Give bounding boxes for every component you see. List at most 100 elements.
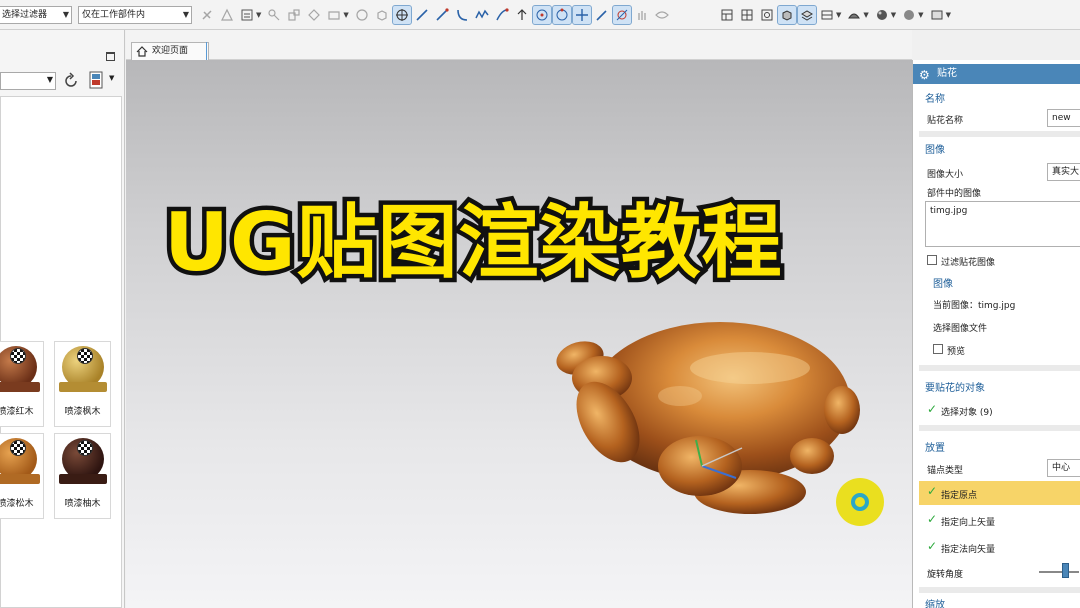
image-size-select[interactable]: 真实大 [1047,163,1080,181]
anchor-type-label: 锚点类型 [927,466,964,476]
intersect-icon[interactable] [513,6,531,24]
selection-filter-combo[interactable]: 选择过滤器 ▼ [0,6,72,24]
chevron-down-icon[interactable]: ▼ [891,11,896,19]
studio-icon[interactable] [928,6,946,24]
chevron-down-icon[interactable]: ▼ [836,11,841,19]
chevron-down-icon[interactable]: ▼ [918,11,923,19]
rotation-angle-label: 旋转角度 [927,570,964,580]
decal-dialog: ⚙ 贴花 名称 贴花名称 new 图像 图像大小 真实大 部件中的图像 timg… [912,60,1080,608]
top-toolbar: 选择过滤器 ▼ 仅在工作部件内 ▼ ▼ ▼ ▼ ▼ ▼ ▼ ▼ [0,0,1080,30]
line-icon[interactable] [413,6,431,24]
decal-name-input[interactable]: new [1047,109,1080,127]
material-tile-pine[interactable]: 喷漆松木 [0,433,44,519]
group-divider [919,425,1080,431]
center-point-icon[interactable] [531,5,552,25]
dialog-title-bar: ⚙ 贴花 [913,64,1080,84]
list-item[interactable]: timg.jpg [930,206,967,216]
select-parent-icon[interactable] [218,6,236,24]
shaded-cube-icon[interactable] [777,5,797,25]
graphics-viewport[interactable]: UG贴图渲染教程 [126,60,912,608]
decal-name-label: 贴花名称 [927,116,964,126]
light-icon[interactable] [845,6,863,24]
check-icon: ✓ [927,484,938,498]
chevron-down-icon[interactable]: ▼ [109,74,114,82]
scope-combo[interactable]: 仅在工作部件内 ▼ [78,6,192,24]
material-tile-maple[interactable]: 喷漆枫木 [54,341,111,427]
fit-view-icon[interactable] [758,6,776,24]
roast-chicken-model[interactable] [550,316,870,516]
chevron-down-icon: ▼ [62,10,69,19]
select-image-file-button[interactable]: 选择图像文件 [933,321,987,334]
checker-icon [77,348,93,364]
specify-up-vector-button[interactable]: 指定向上矢量 [941,515,995,528]
dialog-body: 名称 贴花名称 new 图像 图像大小 真实大 部件中的图像 timg.jpg … [919,84,1080,608]
anchor-type-select[interactable]: 中心 [1047,459,1080,477]
image-size-label: 图像大小 [927,170,964,180]
group-objects-title: 要贴花的对象 [925,383,985,394]
chevron-down-icon[interactable]: ▼ [343,11,348,19]
image-subgroup-title: 图像 [933,279,953,290]
cross-point-icon[interactable] [571,5,592,25]
document-tab-bar: 欢迎页面 [126,30,912,60]
snap-point-icon[interactable] [391,5,412,25]
deselect-icon[interactable] [198,6,216,24]
material-tile-mahogany[interactable]: 喷漆红木 [0,341,44,427]
part-images-list[interactable]: timg.jpg [925,201,1080,247]
material-view-icon[interactable] [88,70,104,90]
material-sphere-icon[interactable] [873,6,891,24]
layer-icon[interactable] [797,5,817,25]
hand-icon[interactable] [633,6,651,24]
filter-images-label: 过滤贴花图像 [941,258,996,268]
sphere-icon[interactable] [353,6,371,24]
view-toolbar: ▼ ▼ ▼ ▼ ▼ [718,5,955,25]
body-icon[interactable] [325,6,343,24]
material-label: 喷漆红木 [0,407,34,417]
preview-label: 预览 [947,347,966,357]
quadrant-icon[interactable] [551,5,572,25]
specify-origin-label: 指定原点 [941,491,978,501]
layout-icon[interactable] [718,6,736,24]
curve-point-icon[interactable] [493,6,511,24]
material-grid: 喷漆红木 喷漆枫木 喷漆松木 喷漆柚木 [0,96,122,608]
checker-icon [10,440,26,456]
eye-icon[interactable] [653,6,671,24]
group-divider [919,365,1080,371]
maximize-icon[interactable] [106,52,115,61]
library-combo[interactable]: ▼ [0,72,56,90]
cube-icon[interactable] [373,6,391,24]
filter-images-checkbox[interactable] [927,255,937,265]
specify-normal-vector-button[interactable]: 指定法向矢量 [941,542,995,555]
chevron-down-icon[interactable]: ▼ [863,11,868,19]
check-icon: ✓ [927,512,938,526]
pen-icon[interactable] [593,6,611,24]
check-icon: ✓ [927,539,938,553]
section-view-icon[interactable] [818,6,836,24]
snap-toolbar: ▼ ▼ [198,5,673,25]
copy-selection-icon[interactable] [265,6,283,24]
grid-icon[interactable] [738,6,756,24]
preview-checkbox[interactable] [933,344,943,354]
component-icon[interactable] [285,6,303,24]
group-image-title: 图像 [925,145,945,156]
background-icon[interactable] [900,6,918,24]
line-endpoint-icon[interactable] [433,6,451,24]
tab-welcome[interactable]: 欢迎页面 [131,42,209,60]
checker-icon [10,348,26,364]
chevron-down-icon[interactable]: ▼ [946,11,951,19]
gear-icon[interactable]: ⚙ [919,65,930,85]
check-icon: ✓ [927,402,938,416]
type-filter-icon[interactable] [238,6,256,24]
spline-icon[interactable] [473,6,491,24]
material-tile-teak[interactable]: 喷漆柚木 [54,433,111,519]
part-images-label: 部件中的图像 [927,189,982,199]
arc-icon[interactable] [453,6,471,24]
rotation-slider-thumb[interactable] [1062,563,1069,578]
tangent-icon[interactable] [611,5,632,25]
material-label: 喷漆松木 [0,499,34,509]
chevron-down-icon[interactable]: ▼ [256,11,261,19]
refresh-icon[interactable] [62,72,80,90]
select-objects-button[interactable]: 选择对象 (9) [941,405,993,418]
tab-divider [206,42,207,60]
feature-icon[interactable] [305,6,323,24]
rotation-slider-track[interactable] [1039,571,1079,573]
